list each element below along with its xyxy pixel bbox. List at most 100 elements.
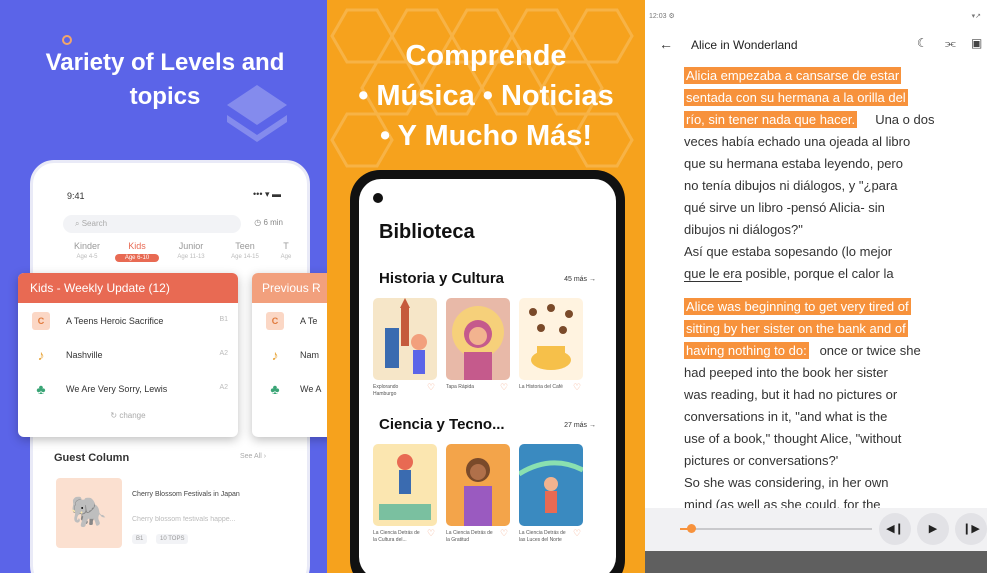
text-line: was reading, but it had no pictures or — [684, 387, 898, 402]
elephant-illustration-icon[interactable]: 🐘 — [56, 478, 122, 548]
previous-card: Previous R C A Te ♪ Nam ♣ We A — [252, 273, 327, 437]
book-title: La Ciencia Detrás de la Gratitud — [446, 530, 493, 543]
tab-junior[interactable]: Junior Age 11-13 — [169, 241, 213, 260]
tab-label: Teen — [235, 241, 255, 251]
woman-illustration-icon — [452, 306, 504, 380]
translate-icon[interactable]: ⫘ — [945, 36, 956, 51]
list-item-title: We Are Very Sorry, Lewis — [66, 384, 168, 394]
guitar-icon: ♪ — [271, 347, 279, 363]
underlined-text: que le era — [684, 266, 742, 282]
book-cover-gratitude[interactable] — [446, 444, 510, 526]
book-cover-hamburg[interactable] — [373, 298, 437, 380]
highlighted-text: Alice was beginning to get very tired of — [684, 298, 911, 315]
list-item[interactable]: ♪ Nashville A2 — [18, 337, 238, 371]
body-text: once or twice she — [819, 343, 921, 358]
church-illustration-icon — [385, 298, 427, 374]
list-item-level: A2 — [219, 384, 228, 391]
tab-age: Age 4-5 — [76, 254, 98, 260]
card-title: Kids - Weekly Update (12) — [18, 273, 238, 303]
promo-title-line-1: Comprende — [405, 40, 567, 72]
text-line: use of a book," thought Alice, "without — [684, 431, 902, 446]
tab-teen[interactable]: Teen Age 14-15 — [223, 241, 267, 260]
promo-title: Comprende • Música • Noticias • Y Mucho … — [327, 36, 645, 156]
section-title-science: Ciencia y Tecno... — [379, 416, 505, 433]
text-line: Alicia empezaba a cansarse de estar — [684, 66, 902, 86]
list-item[interactable]: C A Teens Heroic Sacrifice B1 — [18, 303, 238, 337]
text-line: sentada con su hermana a la orilla del — [684, 88, 908, 108]
tab-more[interactable]: T Age — [271, 241, 301, 260]
list-item-title: Nam — [300, 350, 320, 360]
status-icons: ▾↗ — [971, 13, 981, 20]
change-button[interactable]: ↻ change — [18, 411, 238, 420]
book-cover-culture[interactable] — [373, 444, 437, 526]
explorer-illustration-icon — [519, 460, 583, 513]
runner-illustration-icon — [379, 454, 431, 520]
promo-panel-library: Comprende • Música • Noticias • Y Mucho … — [327, 0, 645, 573]
highlighted-text: sentada con su hermana a la orilla del — [684, 89, 908, 106]
list-item-level: B1 — [219, 316, 228, 323]
text-line: que su hermana estaba leyendo, pero — [684, 156, 903, 171]
guitar-icon: ♪ — [37, 347, 45, 363]
heart-icon[interactable]: ♡ — [573, 382, 581, 393]
more-link-science[interactable]: 27 más → — [564, 422, 596, 429]
list-item[interactable]: ♣ We A — [252, 371, 327, 405]
body-text: posible, porque el calor la — [741, 266, 894, 281]
status-icons: ••• ▾ ▬ — [253, 189, 281, 199]
tab-age: Age 6-10 — [115, 254, 159, 262]
highlighted-text: sitting by her sister on the bank and of — [684, 320, 908, 337]
heart-icon[interactable]: ♡ — [427, 528, 435, 539]
see-all-link[interactable]: See All › — [240, 453, 266, 460]
phone-mockup: Biblioteca Historia y Cultura 45 más → E… — [350, 170, 625, 573]
level-tabs: Kinder Age 4-5 Kids Age 6-10 Junior Age 11-… — [65, 241, 305, 271]
heart-icon[interactable]: ♡ — [573, 528, 581, 539]
promo-panel-levels: Variety of Levels and topics 9:41 ••• ▾ … — [0, 0, 327, 573]
play-icon[interactable]: ▶ — [917, 513, 949, 545]
text-line: pictures or conversations?' — [684, 453, 839, 468]
weekly-update-card: Kids - Weekly Update (12) C A Teens Hero… — [18, 273, 238, 437]
tab-kids[interactable]: Kids Age 6-10 — [115, 241, 159, 262]
card-title: Previous R — [252, 273, 327, 303]
book-cover-northern-lights[interactable] — [519, 444, 583, 526]
list-item[interactable]: ♣ We Are Very Sorry, Lewis A2 — [18, 371, 238, 405]
back-arrow-icon[interactable]: ← — [659, 36, 673, 52]
text-line: dibujos ni diálogos?" — [684, 222, 803, 237]
tab-label: T — [283, 241, 289, 251]
next-icon[interactable]: ❙▶ — [955, 513, 987, 545]
heart-icon[interactable]: ♡ — [500, 528, 508, 539]
promo-title-line-2: • Música • Noticias — [358, 80, 614, 112]
night-mode-icon[interactable]: ☾ — [917, 36, 928, 50]
heart-icon[interactable]: ♡ — [500, 382, 508, 393]
list-item-level: A2 — [219, 350, 228, 357]
bookmark-icon[interactable]: ▣ — [971, 36, 982, 50]
list-item[interactable]: ♪ Nam — [252, 337, 327, 371]
article-title[interactable]: Cherry Blossom Festivals in Japan — [132, 490, 262, 500]
tab-label: Junior — [178, 241, 204, 251]
search-input[interactable]: ⌕ Search — [63, 215, 241, 233]
layers-icon — [227, 85, 287, 142]
superhero-icon: C — [266, 312, 284, 330]
highlighted-text: río, sin tener nada que hacer. — [684, 111, 858, 128]
list-item-title: Nashville — [66, 350, 103, 360]
body-text: Una o dos — [875, 112, 935, 127]
tab-kinder[interactable]: Kinder Age 4-5 — [65, 241, 109, 260]
list-item[interactable]: C A Te — [252, 303, 327, 337]
more-link-history[interactable]: 45 más → — [564, 276, 596, 283]
system-nav-bar — [645, 551, 987, 573]
section-title-history: Historia y Cultura — [379, 270, 505, 287]
book-cover-cafe[interactable] — [519, 298, 583, 380]
heart-icon[interactable]: ♡ — [427, 382, 435, 393]
previous-icon[interactable]: ◀❙ — [879, 513, 911, 545]
text-line: Alice was beginning to get very tired of — [684, 297, 911, 317]
dinosaur-icon: ♣ — [36, 381, 46, 397]
book-title: Tapa Rápida — [446, 384, 475, 390]
section-title: Guest Column — [54, 452, 130, 464]
text-line: had peeped into the book her sister — [684, 365, 888, 380]
book-cover-tapa[interactable] — [446, 298, 510, 380]
tab-label: Kids — [128, 241, 146, 251]
book-title: Explorando Hamburgo — [373, 384, 399, 397]
highlighted-text: Alicia empezaba a cansarse de estar — [684, 67, 902, 84]
promo-title-line-3: • Y Mucho Más! — [379, 120, 593, 152]
progress-handle[interactable] — [687, 524, 696, 533]
progress-track[interactable] — [680, 528, 872, 530]
status-time: 12:03 ⚙ — [649, 13, 675, 20]
